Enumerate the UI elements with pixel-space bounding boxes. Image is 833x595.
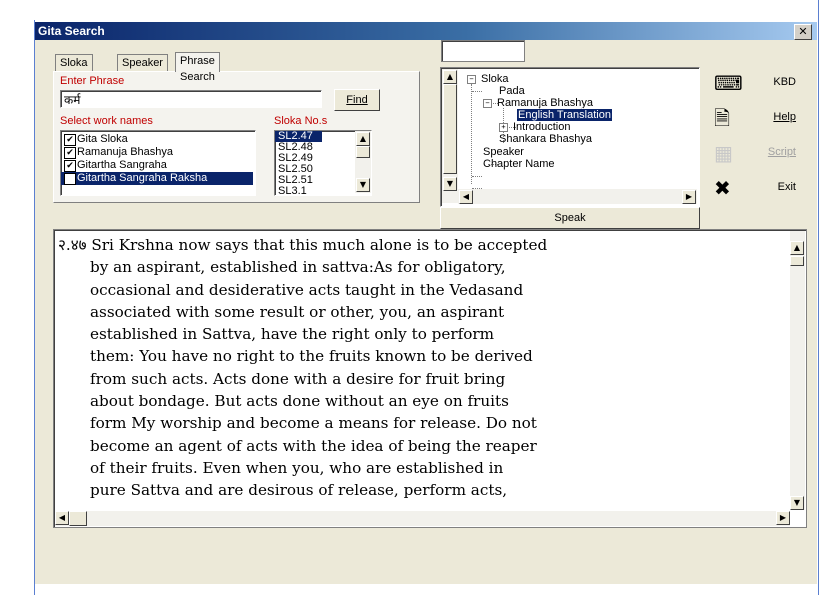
tab-phrase-search[interactable]: Phrase Search <box>175 52 220 83</box>
script-button-label: Script <box>767 146 796 158</box>
tree-node-english-translation[interactable]: English Translation <box>516 108 613 122</box>
sloka-nos-label: Sloka No.s <box>274 115 328 127</box>
tree-line <box>472 91 482 92</box>
text-line: become an agent of acts with the idea of… <box>90 436 537 455</box>
script-icon: ▦ <box>714 141 733 165</box>
outer-frame-right <box>818 0 819 595</box>
text-line: established in Sattva, have the right on… <box>90 325 495 344</box>
close-button[interactable]: ✕ <box>794 24 812 40</box>
tab-speaker[interactable]: Speaker <box>117 54 168 71</box>
tree-hscrollbar[interactable]: ◀ ▶ <box>458 189 697 204</box>
tree-node-ramanuja-bhashya[interactable]: Ramanuja Bhashya <box>497 97 593 109</box>
work-names-list[interactable]: ✔ Gita Sloka ✔ Ramanuja Bhashya ✔ Gitartha … <box>60 130 256 196</box>
checkbox-icon[interactable]: ✔ <box>64 173 76 185</box>
tree-node-pada[interactable]: Pada <box>499 85 525 97</box>
window-title: Gita Search <box>38 24 105 38</box>
text-line: २.४७ Sri Krshna now says that this much … <box>58 236 548 254</box>
tab-sloka-no[interactable]: Sloka No. <box>55 54 93 85</box>
phrase-input[interactable]: कर्म <box>60 90 322 108</box>
scroll-down-arrow-icon[interactable]: ▼ <box>790 496 804 510</box>
kbd-button-label: KBD <box>773 76 796 88</box>
checkbox-icon[interactable]: ✔ <box>64 160 76 172</box>
tree-node-speaker[interactable]: Speaker <box>483 146 524 158</box>
search-box[interactable] <box>441 40 525 62</box>
tree-scrollbar[interactable]: ▲ ▼ <box>442 69 458 203</box>
help-button-label: Help <box>773 111 796 123</box>
find-button[interactable]: Find <box>334 89 380 111</box>
work-item-gitartha-sangraha-raksha[interactable]: ✔ Gitartha Sangraha Raksha <box>61 172 253 185</box>
collapse-icon[interactable]: − <box>483 99 492 108</box>
text-line: by an aspirant, established in sattva:As… <box>90 258 506 277</box>
gita-search-window: Gita Search ✕ Sloka No. Speaker Phrase S… <box>35 22 817 584</box>
scroll-up-arrow-icon[interactable]: ▲ <box>790 241 804 255</box>
scroll-down-arrow-icon[interactable]: ▼ <box>356 178 370 192</box>
scroll-left-arrow-icon[interactable]: ◀ <box>55 511 69 525</box>
scroll-right-arrow-icon[interactable]: ▶ <box>776 511 790 525</box>
work-item-ramanuja-bhashya[interactable]: ✔ Ramanuja Bhashya <box>61 146 255 159</box>
speak-button[interactable]: Speak <box>440 207 700 229</box>
scroll-up-arrow-icon[interactable]: ▲ <box>356 132 370 146</box>
work-item-label: Gitartha Sangraha <box>77 159 167 171</box>
text-line: form My worship and become a means for r… <box>90 414 537 433</box>
scroll-thumb[interactable] <box>443 84 457 174</box>
scroll-up-arrow-icon[interactable]: ▲ <box>443 70 457 84</box>
help-button[interactable]: 🗎 Help <box>710 105 802 131</box>
work-item-label: Gitartha Sangraha Raksha <box>77 172 208 184</box>
collapse-icon[interactable]: − <box>467 75 476 84</box>
find-button-label: Find <box>346 94 368 106</box>
checkbox-icon[interactable]: ✔ <box>64 134 76 146</box>
work-item-gitartha-sangraha[interactable]: ✔ Gitartha Sangraha <box>61 159 255 172</box>
phrase-search-panel: Enter Phrase कर्म Find Select work names… <box>53 71 420 203</box>
text-line: from such acts. Acts done with a desire … <box>90 369 506 388</box>
scroll-thumb[interactable] <box>69 511 87 526</box>
expand-icon[interactable]: + <box>499 123 508 132</box>
exit-x-icon: ✖ <box>714 176 731 200</box>
sloka-item[interactable]: SL3.1 <box>275 186 322 196</box>
work-item-label: Ramanuja Bhashya <box>77 146 174 158</box>
tree-line <box>471 84 472 184</box>
text-line: about bondage. But acts done without an … <box>90 392 509 411</box>
scroll-down-arrow-icon[interactable]: ▼ <box>443 177 457 191</box>
text-line: occasional and desiderative acts taught … <box>90 280 524 299</box>
tree-node-chapter-name[interactable]: Chapter Name <box>483 158 555 170</box>
tree-node-shankara-bhashya[interactable]: Shankara Bhashya <box>499 133 592 145</box>
help-document-icon: 🗎 <box>714 106 731 130</box>
text-line: pure Sattva and are desirous of release,… <box>90 481 508 500</box>
sloka-numbers-list[interactable]: SL2.47 SL2.48 SL2.49 SL2.50 SL2.51 SL3.1… <box>274 130 372 196</box>
text-line: associated with some result or other, yo… <box>90 302 505 321</box>
title-bar: Gita Search ✕ <box>35 22 817 40</box>
tree-node-sloka[interactable]: Sloka <box>481 73 509 85</box>
work-item-gita-sloka[interactable]: ✔ Gita Sloka <box>61 133 255 146</box>
scroll-thumb[interactable] <box>356 146 370 158</box>
script-button[interactable]: ▦ Script <box>710 140 802 166</box>
work-item-label: Gita Sloka <box>77 133 128 145</box>
content-tree[interactable]: ▲ ▼ − Sloka Pada − Ramanuja Bhashya Engl… <box>440 67 700 207</box>
scroll-right-arrow-icon[interactable]: ▶ <box>682 190 696 204</box>
tree-node-introduction[interactable]: Introduction <box>513 121 570 133</box>
text-hscrollbar[interactable]: ◀ ▶ <box>55 511 790 526</box>
translation-text-area[interactable]: २.४७ Sri Krshna now says that this much … <box>53 229 807 528</box>
translation-paragraph: २.४७ Sri Krshna now says that this much … <box>58 234 773 502</box>
exit-button[interactable]: ✖ Exit <box>710 175 802 201</box>
text-vscrollbar[interactable]: ▲ ▼ <box>790 231 805 510</box>
scroll-left-arrow-icon[interactable]: ◀ <box>459 190 473 204</box>
scroll-thumb[interactable] <box>790 256 804 266</box>
text-line: them: You have no right to the fruits kn… <box>90 347 533 366</box>
text-line: of their fruits. Even when you, who are … <box>90 458 504 477</box>
select-work-label: Select work names <box>60 115 153 127</box>
enter-phrase-label: Enter Phrase <box>60 75 125 87</box>
keyboard-icon: ⌨ <box>714 71 743 95</box>
checkbox-icon[interactable]: ✔ <box>64 147 76 159</box>
tree-line <box>472 176 482 177</box>
sloka-list-scrollbar[interactable]: ▲ ▼ <box>355 131 371 193</box>
kbd-button[interactable]: ⌨ KBD <box>710 70 802 96</box>
exit-button-label: Exit <box>777 181 796 193</box>
